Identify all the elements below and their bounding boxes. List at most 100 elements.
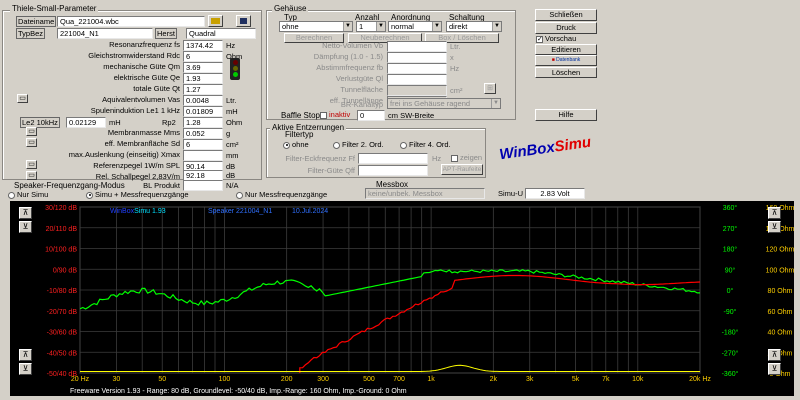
fb-unit: Hz bbox=[450, 64, 460, 73]
simu-u-field[interactable]: 2.83 Volt bbox=[525, 188, 585, 199]
filter-4-radio[interactable]: Filter 4. Ord. bbox=[400, 140, 451, 149]
phase-tick-label: 0° bbox=[727, 287, 734, 295]
traffic-light-icon bbox=[230, 58, 240, 80]
filter-2-radio[interactable]: Filter 2. Ord. bbox=[333, 140, 384, 149]
modus-title: Speaker-Frequenzgang-Modus bbox=[14, 181, 125, 190]
db-axis-ticks: 30/120 dB 20/110 dB 10/100 dB 0/90 dB -10/80… bbox=[45, 205, 77, 378]
scroll-down-right-button[interactable]: ⊻ bbox=[768, 221, 781, 233]
save-file-button[interactable] bbox=[236, 15, 251, 27]
baffle-label: Baffle Stop bbox=[281, 111, 320, 120]
freq-tick-label: 50 bbox=[158, 376, 166, 383]
db-tick-label: 10/100 dB bbox=[45, 247, 77, 254]
ql-field[interactable] bbox=[387, 74, 447, 85]
rel-unit: dB bbox=[226, 171, 236, 180]
qt-field[interactable]: 1.27 bbox=[183, 84, 223, 95]
chevron-down-icon: ▼ bbox=[491, 99, 500, 108]
le2-field[interactable]: 0.02129 bbox=[66, 117, 106, 128]
anpass-button[interactable]: APT-Raufeite bbox=[441, 164, 483, 175]
qm-field[interactable]: 3.69 bbox=[183, 62, 223, 73]
spl-label: Referenzpegel 1W/m SPL bbox=[93, 161, 180, 170]
chevron-down-icon: ▼ bbox=[432, 22, 441, 31]
anzahl-select[interactable]: 1 ▼ bbox=[356, 21, 386, 32]
qe-field[interactable]: 1.93 bbox=[183, 73, 223, 84]
filter-ohne-radio[interactable]: ohne bbox=[283, 140, 309, 149]
vorschau-checkbox[interactable]: ✓ Vorschau bbox=[536, 34, 576, 43]
inaktiv-checkbox[interactable]: inaktiv bbox=[320, 110, 350, 119]
phase-tick-label: -270° bbox=[722, 349, 739, 357]
freq-tick-label: 700 bbox=[393, 376, 405, 383]
herst-label: Herst bbox=[155, 28, 177, 39]
chevron-down-icon: ▼ bbox=[343, 22, 352, 31]
daempfung-field[interactable] bbox=[387, 52, 447, 63]
db-tick-label: 0/90 dB bbox=[53, 267, 77, 274]
impedance-curve bbox=[80, 364, 700, 372]
ohm-tick-label: 100 Ohm bbox=[766, 267, 794, 274]
radio-selected-icon bbox=[86, 191, 93, 199]
fb-field[interactable] bbox=[387, 63, 447, 74]
nur-mess-radio[interactable]: Nur Messfrequenzgänge bbox=[236, 190, 327, 199]
druck-button[interactable]: Druck bbox=[535, 22, 597, 34]
editieren-button[interactable]: Editieren bbox=[535, 44, 597, 55]
xmax-field[interactable] bbox=[183, 150, 223, 161]
bl-field[interactable] bbox=[183, 180, 223, 191]
freq-tick-label: 5k bbox=[572, 376, 580, 383]
eckfreq-field[interactable] bbox=[358, 153, 428, 164]
fs-field[interactable]: 1374.42 bbox=[183, 40, 223, 51]
scroll-up-left-bottom-button[interactable]: ⊼ bbox=[19, 349, 32, 361]
vb-field[interactable] bbox=[387, 41, 447, 52]
kanaltyp-label: BR-Kanaltyp bbox=[340, 100, 383, 109]
db-tick-label: -10/80 dB bbox=[47, 288, 78, 295]
checkbox-icon bbox=[451, 154, 458, 162]
frequency-response-plot[interactable]: 30/120 dB 20/110 dB 10/100 dB 0/90 dB -10/80… bbox=[10, 201, 795, 396]
loeschen-button[interactable]: Löschen bbox=[535, 67, 597, 78]
scroll-down-left-button[interactable]: ⊻ bbox=[19, 221, 32, 233]
daempfung-label: Dämpfung (1.0 - 1.5) bbox=[313, 52, 383, 61]
tunnel-calc-button[interactable]: ⊞ bbox=[484, 83, 496, 94]
scroll-up-right-bottom-button[interactable]: ⊼ bbox=[768, 349, 781, 361]
phase-tick-label: 90° bbox=[725, 266, 736, 274]
typ-select[interactable]: ohne ▼ bbox=[279, 21, 353, 32]
scroll-down-left-bottom-button[interactable]: ⊻ bbox=[19, 363, 32, 375]
sd-field[interactable]: 6 bbox=[183, 139, 223, 150]
rp2-field[interactable]: 1.28 bbox=[183, 117, 223, 128]
scroll-up-left-button[interactable]: ⊼ bbox=[19, 207, 32, 219]
bl-unit: N/A bbox=[226, 181, 239, 190]
scroll-up-right-button[interactable]: ⊼ bbox=[768, 207, 781, 219]
zeigen-checkbox[interactable]: zeigen bbox=[451, 153, 482, 162]
messbox-field: keine/unbek. Messbox bbox=[365, 188, 485, 199]
simu-mess-radio[interactable]: Simu + Messfrequenzgänge bbox=[86, 190, 189, 199]
herst-field[interactable]: Quadral bbox=[186, 28, 256, 39]
rdc-field[interactable]: 6 bbox=[183, 51, 223, 62]
typ-field[interactable]: 221004_N1 bbox=[57, 28, 153, 39]
freq-tick-label: 30 bbox=[112, 376, 120, 383]
anordnung-select[interactable]: normal ▼ bbox=[388, 21, 442, 32]
datei-field[interactable]: Qua_221004.wbc bbox=[57, 16, 205, 27]
kanaltyp-select[interactable]: frei ins Gehäuse ragend ▼ bbox=[387, 98, 501, 109]
mms-field[interactable]: 0.052 bbox=[183, 128, 223, 139]
chevron-down-icon: ▼ bbox=[492, 22, 501, 31]
schliessen-button[interactable]: Schließen bbox=[535, 9, 597, 21]
ohm-tick-label: 60 Ohm bbox=[768, 309, 793, 316]
spl-unit: dB bbox=[226, 162, 236, 171]
plot-header-date: 10.Jul.2024 bbox=[292, 208, 328, 215]
schaltung-select[interactable]: direkt ▼ bbox=[446, 21, 502, 32]
open-folder-button[interactable] bbox=[208, 15, 223, 27]
radio-icon bbox=[333, 141, 340, 149]
phase-axis-ticks: 360° 270° 180° 90° 0° -90° -180° -270° -360° bbox=[722, 204, 739, 378]
plot-svg: 30/120 dB 20/110 dB 10/100 dB 0/90 dB -10/80… bbox=[45, 204, 794, 395]
rdc-label: Gleichstromwiderstand Rdc bbox=[88, 51, 180, 60]
datenbank-button[interactable]: ■ Datenbank bbox=[535, 55, 597, 66]
db-tick-label: 30/120 dB bbox=[45, 205, 77, 212]
folder-icon bbox=[211, 18, 220, 24]
eckfreq-unit: Hz bbox=[432, 154, 442, 163]
vas-field[interactable]: 0.0048 bbox=[183, 95, 223, 106]
nur-simu-radio[interactable]: Nur Simu bbox=[8, 190, 48, 199]
db-tick-label: -20/70 dB bbox=[47, 309, 78, 316]
hilfe-button[interactable]: Hilfe bbox=[535, 109, 597, 121]
le1-field[interactable]: 0.01809 bbox=[183, 106, 223, 117]
filterguete-field[interactable] bbox=[358, 165, 428, 176]
freq-tick-label: 10k bbox=[632, 376, 644, 383]
phase-tick-label: -360° bbox=[722, 370, 739, 378]
baffle-field[interactable]: 0 bbox=[357, 110, 385, 121]
scroll-down-right-bottom-button[interactable]: ⊻ bbox=[768, 363, 781, 375]
